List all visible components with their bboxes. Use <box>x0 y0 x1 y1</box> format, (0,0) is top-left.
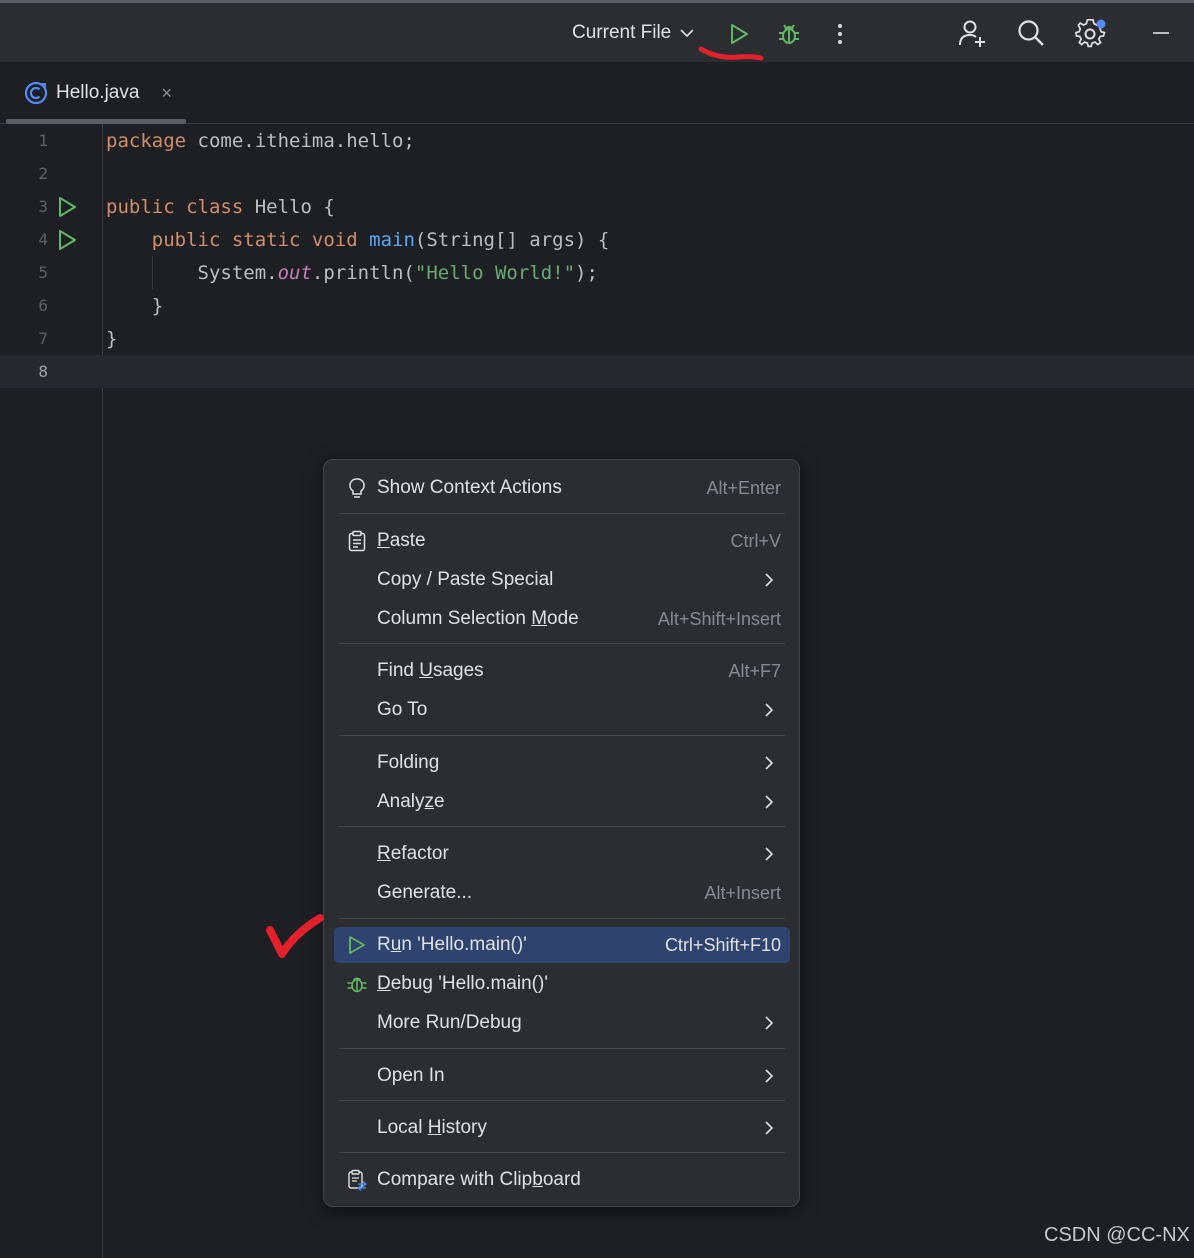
chevron-right-icon <box>765 756 774 770</box>
run-configuration-selector[interactable]: Current File <box>572 17 695 49</box>
code-line-5[interactable]: 5 System.out.println("Hello World!"); <box>0 256 1194 289</box>
code-line-7[interactable]: 7 } <box>0 322 1194 355</box>
chevron-right-icon <box>765 795 774 809</box>
compare-clipboard-icon <box>346 1169 368 1191</box>
gutter-run-icon[interactable] <box>56 229 78 251</box>
indent-guide <box>152 256 153 289</box>
line-number: 1 <box>38 131 48 150</box>
menu-separator <box>339 826 785 827</box>
add-user-button[interactable] <box>954 15 990 51</box>
debug-button[interactable] <box>772 17 806 51</box>
close-icon[interactable]: × <box>161 83 172 104</box>
settings-button[interactable] <box>1072 15 1110 53</box>
chevron-down-icon <box>680 29 694 38</box>
lightbulb-icon <box>346 477 368 499</box>
line-number: 6 <box>38 296 48 315</box>
notification-dot <box>1096 19 1106 29</box>
menu-item-compare-with-clipboard[interactable]: Compare with Clipboard <box>334 1162 790 1198</box>
debug-bug-icon <box>779 24 799 44</box>
line-number: 5 <box>38 263 48 282</box>
menu-item-analyze[interactable]: Analyze <box>334 784 790 820</box>
tab-label: Hello.java <box>56 82 140 103</box>
run-icon <box>346 934 368 956</box>
minimize-icon <box>1153 32 1169 34</box>
menu-item-copy-paste-special[interactable]: Copy / Paste Special <box>334 562 790 598</box>
chevron-right-icon <box>765 847 774 861</box>
run-icon <box>731 24 748 44</box>
more-actions-button[interactable] <box>826 17 854 51</box>
run-configuration-label: Current File <box>572 22 672 43</box>
code-text: package come.itheima.hello; <box>106 129 415 152</box>
line-number: 3 <box>38 197 48 216</box>
debug-bug-icon <box>346 973 368 995</box>
menu-item-refactor[interactable]: Refactor <box>334 836 790 872</box>
more-vertical-icon <box>838 24 842 44</box>
menu-item-folding[interactable]: Folding <box>334 745 790 781</box>
menu-separator <box>339 1048 785 1049</box>
line-number: 7 <box>38 329 48 348</box>
clipboard-icon <box>346 530 368 552</box>
code-line-8[interactable]: 8 <box>0 355 1194 388</box>
menu-item-run-hello-main[interactable]: Run 'Hello.main()' Ctrl+Shift+F10 <box>334 927 790 963</box>
chevron-right-icon <box>765 703 774 717</box>
code-text: } <box>106 327 118 350</box>
chevron-right-icon <box>765 1121 774 1135</box>
menu-item-generate[interactable]: Generate... Alt+Insert <box>334 875 790 911</box>
code-text: System.out.println("Hello World!"); <box>106 261 598 284</box>
line-number: 2 <box>38 164 48 183</box>
run-button[interactable] <box>722 17 756 51</box>
menu-item-debug-hello-main[interactable]: Debug 'Hello.main()' <box>334 966 790 1002</box>
menu-separator <box>339 513 785 514</box>
line-number: 8 <box>38 362 48 381</box>
code-line-6[interactable]: 6 } <box>0 289 1194 322</box>
menu-item-column-selection-mode[interactable]: Column Selection Mode Alt+Shift+Insert <box>334 601 790 637</box>
menu-separator <box>339 1152 785 1153</box>
menu-separator <box>339 1100 785 1101</box>
menu-item-go-to[interactable]: Go To <box>334 692 790 728</box>
gutter-run-icon[interactable] <box>56 196 78 218</box>
menu-separator <box>339 735 785 736</box>
settings-gear-icon <box>1075 18 1106 48</box>
search-icon <box>1018 20 1044 46</box>
java-class-icon <box>24 81 48 105</box>
menu-item-find-usages[interactable]: Find Usages Alt+F7 <box>334 653 790 689</box>
editor-tab-bar: Hello.java × <box>0 62 1194 124</box>
code-text: } <box>106 294 164 317</box>
chevron-right-icon <box>765 1016 774 1030</box>
menu-item-more-run-debug[interactable]: More Run/Debug <box>334 1005 790 1041</box>
menu-item-paste[interactable]: Paste Ctrl+V <box>334 523 790 559</box>
code-text: public static void main(String[] args) { <box>151 228 610 251</box>
menu-item-local-history[interactable]: Local History <box>334 1110 790 1146</box>
chevron-right-icon <box>765 1069 774 1083</box>
line-number: 4 <box>38 230 48 249</box>
menu-separator <box>339 918 785 919</box>
minimize-button[interactable] <box>1146 15 1176 51</box>
menu-separator <box>339 643 785 644</box>
main-toolbar: Current File <box>0 0 1194 62</box>
code-line-2[interactable]: 2 <box>0 157 1194 190</box>
menu-item-open-in[interactable]: Open In <box>334 1058 790 1094</box>
editor-context-menu: Show Context Actions Alt+Enter Paste Ctr… <box>323 459 800 1207</box>
code-text: public class Hello { <box>106 195 335 218</box>
code-line-4[interactable]: 4 public static void main(String[] args)… <box>0 223 1194 256</box>
menu-item-show-context-actions[interactable]: Show Context Actions Alt+Enter <box>334 470 790 506</box>
code-line-3[interactable]: 3 public class Hello { <box>0 190 1194 223</box>
tab-hello-java[interactable]: Hello.java × <box>6 62 186 124</box>
search-button[interactable] <box>1013 15 1049 51</box>
watermark: CSDN @CC-NX <box>1044 1224 1190 1246</box>
code-line-1[interactable]: 1 package come.itheima.hello; <box>0 124 1194 157</box>
chevron-right-icon <box>765 573 774 587</box>
add-user-icon <box>959 20 985 47</box>
